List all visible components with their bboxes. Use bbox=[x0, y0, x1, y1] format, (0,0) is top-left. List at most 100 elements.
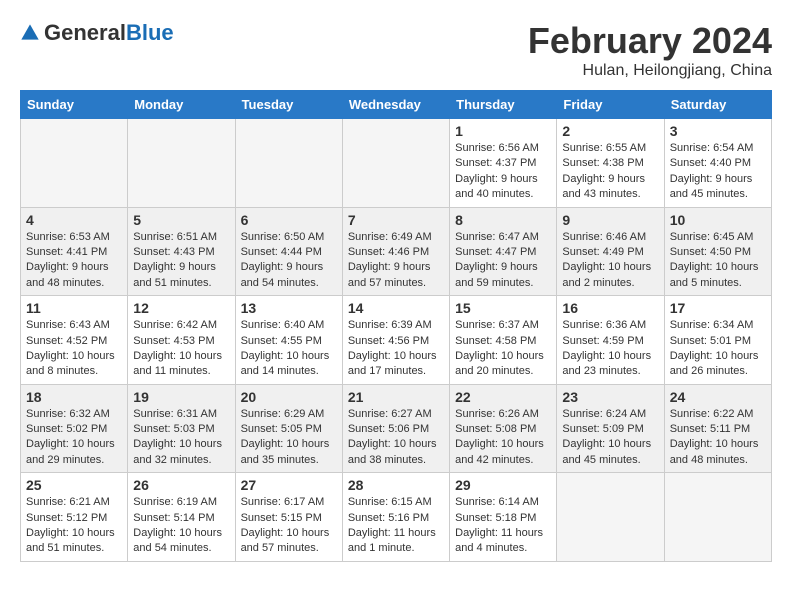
calendar-cell: 28 Sunrise: 6:15 AM Sunset: 5:16 PM Dayli… bbox=[342, 473, 449, 562]
calendar-cell: 15Sunrise: 6:37 AM Sunset: 4:58 PM Dayli… bbox=[450, 296, 557, 385]
day-number: 21 bbox=[348, 389, 444, 405]
day-number: 29 bbox=[455, 477, 551, 493]
calendar-cell bbox=[664, 473, 771, 562]
weekday-header-wednesday: Wednesday bbox=[342, 91, 449, 119]
calendar-week-row-5: 25 Sunrise: 6:21 AM Sunset: 5:12 PM Dayli… bbox=[21, 473, 772, 562]
logo: GeneralBlue bbox=[20, 20, 174, 46]
calendar-cell: 29 Sunrise: 6:14 AM Sunset: 5:18 PM Dayli… bbox=[450, 473, 557, 562]
day-number: 9 bbox=[562, 212, 658, 228]
calendar-cell: 8 Sunrise: 6:47 AM Sunset: 4:47 PM Daylig… bbox=[450, 207, 557, 296]
day-info: Sunrise: 6:36 AM Sunset: 4:59 PM Dayligh… bbox=[562, 318, 658, 380]
day-number: 27 bbox=[241, 477, 337, 493]
weekday-header-friday: Friday bbox=[557, 91, 664, 119]
calendar-cell: 22 Sunrise: 6:26 AM Sunset: 5:08 PM Dayli… bbox=[450, 384, 557, 473]
day-info: Sunrise: 6:40 AM Sunset: 4:55 PM Dayligh… bbox=[241, 318, 337, 380]
calendar-cell: 9 Sunrise: 6:46 AM Sunset: 4:49 PM Daylig… bbox=[557, 207, 664, 296]
day-info: Sunrise: 6:49 AM Sunset: 4:46 PM Dayligh… bbox=[348, 230, 444, 292]
day-number: 11 bbox=[26, 300, 122, 316]
calendar-week-row-3: 11 Sunrise: 6:43 AM Sunset: 4:52 PM Dayli… bbox=[21, 296, 772, 385]
day-info: Sunrise: 6:42 AM Sunset: 4:53 PM Dayligh… bbox=[133, 318, 229, 380]
day-number: 4 bbox=[26, 212, 122, 228]
weekday-header-monday: Monday bbox=[128, 91, 235, 119]
calendar-cell: 10 Sunrise: 6:45 AM Sunset: 4:50 PM Dayli… bbox=[664, 207, 771, 296]
day-info: Sunrise: 6:47 AM Sunset: 4:47 PM Dayligh… bbox=[455, 230, 551, 292]
calendar-cell: 16 Sunrise: 6:36 AM Sunset: 4:59 PM Dayli… bbox=[557, 296, 664, 385]
day-number: 23 bbox=[562, 389, 658, 405]
day-number: 5 bbox=[133, 212, 229, 228]
day-number: 28 bbox=[348, 477, 444, 493]
calendar-cell: 12 Sunrise: 6:42 AM Sunset: 4:53 PM Dayli… bbox=[128, 296, 235, 385]
calendar-cell bbox=[235, 119, 342, 208]
day-info: Sunrise: 6:26 AM Sunset: 5:08 PM Dayligh… bbox=[455, 407, 551, 469]
day-info: Sunrise: 6:22 AM Sunset: 5:11 PM Dayligh… bbox=[670, 407, 766, 469]
calendar-cell: 24Sunrise: 6:22 AM Sunset: 5:11 PM Dayli… bbox=[664, 384, 771, 473]
day-info: Sunrise: 6:46 AM Sunset: 4:49 PM Dayligh… bbox=[562, 230, 658, 292]
day-info: Sunrise: 6:14 AM Sunset: 5:18 PM Dayligh… bbox=[455, 495, 551, 557]
day-info: Sunrise: 6:27 AM Sunset: 5:06 PM Dayligh… bbox=[348, 407, 444, 469]
day-number: 22 bbox=[455, 389, 551, 405]
calendar-cell: 11 Sunrise: 6:43 AM Sunset: 4:52 PM Dayli… bbox=[21, 296, 128, 385]
day-number: 7 bbox=[348, 212, 444, 228]
day-info: Sunrise: 6:50 AM Sunset: 4:44 PM Dayligh… bbox=[241, 230, 337, 292]
calendar-cell: 27Sunrise: 6:17 AM Sunset: 5:15 PM Dayli… bbox=[235, 473, 342, 562]
day-number: 3 bbox=[670, 123, 766, 139]
calendar-cell: 4 Sunrise: 6:53 AM Sunset: 4:41 PM Daylig… bbox=[21, 207, 128, 296]
day-number: 2 bbox=[562, 123, 658, 139]
weekday-header-thursday: Thursday bbox=[450, 91, 557, 119]
calendar-cell bbox=[342, 119, 449, 208]
month-title: February 2024 bbox=[528, 20, 772, 62]
logo-text-blue: Blue bbox=[126, 20, 174, 45]
calendar-cell: 23 Sunrise: 6:24 AM Sunset: 5:09 PM Dayli… bbox=[557, 384, 664, 473]
calendar-cell: 19Sunrise: 6:31 AM Sunset: 5:03 PM Dayli… bbox=[128, 384, 235, 473]
day-number: 8 bbox=[455, 212, 551, 228]
calendar-cell: 18 Sunrise: 6:32 AM Sunset: 5:02 PM Dayli… bbox=[21, 384, 128, 473]
day-info: Sunrise: 6:45 AM Sunset: 4:50 PM Dayligh… bbox=[670, 230, 766, 292]
calendar-cell: 6 Sunrise: 6:50 AM Sunset: 4:44 PM Daylig… bbox=[235, 207, 342, 296]
calendar-week-row-4: 18 Sunrise: 6:32 AM Sunset: 5:02 PM Dayli… bbox=[21, 384, 772, 473]
logo-text-general: General bbox=[44, 20, 126, 45]
day-info: Sunrise: 6:53 AM Sunset: 4:41 PM Dayligh… bbox=[26, 230, 122, 292]
weekday-header-tuesday: Tuesday bbox=[235, 91, 342, 119]
calendar-cell: 2Sunrise: 6:55 AM Sunset: 4:38 PM Daylig… bbox=[557, 119, 664, 208]
day-info: Sunrise: 6:39 AM Sunset: 4:56 PM Dayligh… bbox=[348, 318, 444, 380]
day-info: Sunrise: 6:34 AM Sunset: 5:01 PM Dayligh… bbox=[670, 318, 766, 380]
location-title: Hulan, Heilongjiang, China bbox=[528, 62, 772, 80]
calendar-cell: 14Sunrise: 6:39 AM Sunset: 4:56 PM Dayli… bbox=[342, 296, 449, 385]
calendar-cell: 17 Sunrise: 6:34 AM Sunset: 5:01 PM Dayli… bbox=[664, 296, 771, 385]
day-number: 19 bbox=[133, 389, 229, 405]
day-info: Sunrise: 6:56 AM Sunset: 4:37 PM Dayligh… bbox=[455, 141, 551, 203]
calendar-cell: 1 Sunrise: 6:56 AM Sunset: 4:37 PM Daylig… bbox=[450, 119, 557, 208]
day-info: Sunrise: 6:24 AM Sunset: 5:09 PM Dayligh… bbox=[562, 407, 658, 469]
day-number: 10 bbox=[670, 212, 766, 228]
calendar-week-row-1: 1 Sunrise: 6:56 AM Sunset: 4:37 PM Daylig… bbox=[21, 119, 772, 208]
day-number: 25 bbox=[26, 477, 122, 493]
calendar-cell: 25 Sunrise: 6:21 AM Sunset: 5:12 PM Dayli… bbox=[21, 473, 128, 562]
calendar-table: SundayMondayTuesdayWednesdayThursdayFrid… bbox=[20, 90, 772, 562]
day-number: 6 bbox=[241, 212, 337, 228]
calendar-cell: 26Sunrise: 6:19 AM Sunset: 5:14 PM Dayli… bbox=[128, 473, 235, 562]
day-info: Sunrise: 6:32 AM Sunset: 5:02 PM Dayligh… bbox=[26, 407, 122, 469]
calendar-cell: 21 Sunrise: 6:27 AM Sunset: 5:06 PM Dayli… bbox=[342, 384, 449, 473]
weekday-header-sunday: Sunday bbox=[21, 91, 128, 119]
calendar-cell: 13Sunrise: 6:40 AM Sunset: 4:55 PM Dayli… bbox=[235, 296, 342, 385]
calendar-cell bbox=[21, 119, 128, 208]
calendar-cell: 5 Sunrise: 6:51 AM Sunset: 4:43 PM Daylig… bbox=[128, 207, 235, 296]
day-number: 1 bbox=[455, 123, 551, 139]
calendar-cell: 20Sunrise: 6:29 AM Sunset: 5:05 PM Dayli… bbox=[235, 384, 342, 473]
day-info: Sunrise: 6:21 AM Sunset: 5:12 PM Dayligh… bbox=[26, 495, 122, 557]
day-number: 20 bbox=[241, 389, 337, 405]
weekday-header-row: SundayMondayTuesdayWednesdayThursdayFrid… bbox=[21, 91, 772, 119]
day-info: Sunrise: 6:15 AM Sunset: 5:16 PM Dayligh… bbox=[348, 495, 444, 557]
day-info: Sunrise: 6:37 AM Sunset: 4:58 PM Dayligh… bbox=[455, 318, 551, 380]
calendar-week-row-2: 4 Sunrise: 6:53 AM Sunset: 4:41 PM Daylig… bbox=[21, 207, 772, 296]
day-number: 16 bbox=[562, 300, 658, 316]
weekday-header-saturday: Saturday bbox=[664, 91, 771, 119]
day-info: Sunrise: 6:54 AM Sunset: 4:40 PM Dayligh… bbox=[670, 141, 766, 203]
day-info: Sunrise: 6:43 AM Sunset: 4:52 PM Dayligh… bbox=[26, 318, 122, 380]
title-area: February 2024 Hulan, Heilongjiang, China bbox=[528, 20, 772, 80]
day-info: Sunrise: 6:51 AM Sunset: 4:43 PM Dayligh… bbox=[133, 230, 229, 292]
day-number: 12 bbox=[133, 300, 229, 316]
day-number: 18 bbox=[26, 389, 122, 405]
day-info: Sunrise: 6:19 AM Sunset: 5:14 PM Dayligh… bbox=[133, 495, 229, 557]
day-number: 17 bbox=[670, 300, 766, 316]
